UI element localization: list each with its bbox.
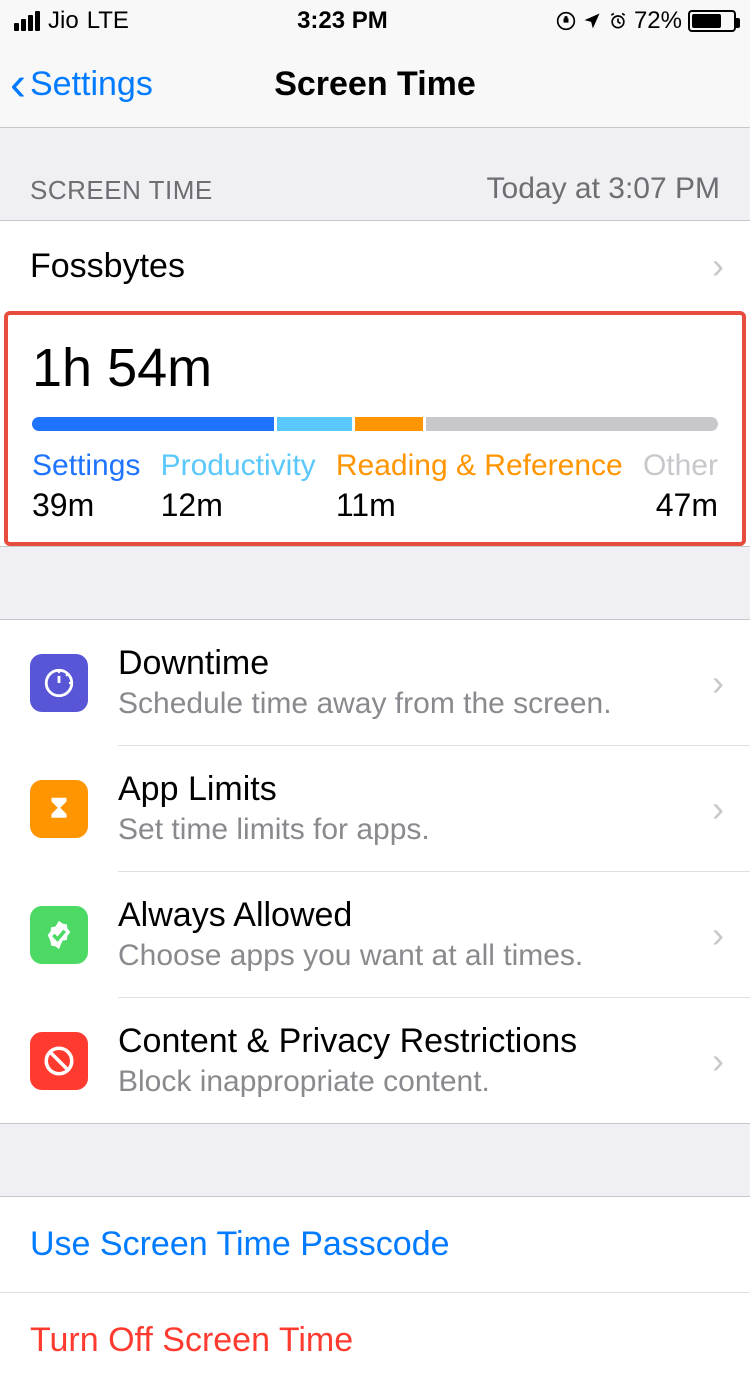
usage-bar	[32, 417, 718, 431]
chevron-right-icon: ›	[712, 1040, 724, 1082]
page-title: Screen Time	[274, 65, 476, 104]
chevron-right-icon: ›	[712, 245, 724, 287]
battery-icon	[688, 10, 736, 32]
category-row: Settings 39m Productivity 12m Reading & Refe…	[32, 449, 718, 524]
section-header-left: SCREEN TIME	[30, 175, 213, 206]
feature-row-hourglass[interactable]: App Limits Set time limits for apps. ›	[0, 746, 750, 871]
category-item: Reading & Reference 11m	[336, 449, 623, 524]
usage-list: Fossbytes › 1h 54m Settings 39m Productivi…	[0, 220, 750, 547]
category-time: 39m	[32, 487, 140, 524]
chevron-right-icon: ›	[712, 788, 724, 830]
feature-title: App Limits	[118, 770, 430, 809]
turn-off-button[interactable]: Turn Off Screen Time	[0, 1292, 750, 1388]
usage-summary[interactable]: 1h 54m Settings 39m Productivity 12m Reading…	[4, 311, 746, 546]
chevron-right-icon: ›	[712, 662, 724, 704]
category-time: 12m	[161, 487, 316, 524]
usage-bar-segment	[426, 417, 718, 431]
chevron-right-icon: ›	[712, 914, 724, 956]
category-time: 47m	[643, 487, 718, 524]
feature-row-downtime[interactable]: Downtime Schedule time away from the scre…	[0, 620, 750, 745]
category-time: 11m	[336, 487, 623, 524]
feature-title: Downtime	[118, 644, 612, 683]
category-name: Productivity	[161, 449, 316, 483]
device-row[interactable]: Fossbytes ›	[0, 221, 750, 311]
no-entry-icon	[30, 1032, 88, 1090]
feature-subtitle: Schedule time away from the screen.	[118, 687, 612, 721]
use-passcode-button[interactable]: Use Screen Time Passcode	[0, 1196, 750, 1292]
network-label: LTE	[87, 7, 129, 35]
check-badge-icon	[30, 906, 88, 964]
usage-bar-segment	[32, 417, 274, 431]
section-header-screen-time: SCREEN TIME Today at 3:07 PM	[0, 128, 750, 220]
category-item: Other 47m	[643, 449, 718, 524]
status-time: 3:23 PM	[297, 7, 388, 35]
location-icon	[582, 11, 602, 31]
feature-title: Content & Privacy Restrictions	[118, 1022, 577, 1061]
category-name: Reading & Reference	[336, 449, 623, 483]
category-name: Settings	[32, 449, 140, 483]
downtime-icon	[30, 654, 88, 712]
back-label: Settings	[30, 65, 153, 104]
back-button[interactable]: ‹ Settings	[10, 61, 153, 109]
hourglass-icon	[30, 780, 88, 838]
feature-row-no-entry[interactable]: Content & Privacy Restrictions Block inap…	[0, 998, 750, 1123]
feature-subtitle: Set time limits for apps.	[118, 813, 430, 847]
orientation-lock-icon	[556, 11, 576, 31]
category-item: Settings 39m	[32, 449, 140, 524]
usage-bar-segment	[355, 417, 423, 431]
signal-icon	[14, 11, 40, 31]
carrier-label: Jio	[48, 7, 79, 35]
device-name: Fossbytes	[30, 247, 185, 286]
section-header-right: Today at 3:07 PM	[487, 172, 720, 206]
total-time: 1h 54m	[32, 337, 718, 399]
nav-bar: ‹ Settings Screen Time	[0, 42, 750, 128]
category-name: Other	[643, 449, 718, 483]
category-item: Productivity 12m	[161, 449, 316, 524]
feature-row-check-badge[interactable]: Always Allowed Choose apps you want at al…	[0, 872, 750, 997]
battery-pct: 72%	[634, 7, 682, 35]
alarm-icon	[608, 11, 628, 31]
status-bar: Jio LTE 3:23 PM 72%	[0, 0, 750, 42]
usage-bar-segment	[277, 417, 352, 431]
feature-subtitle: Block inappropriate content.	[118, 1065, 577, 1099]
actions-list: Use Screen Time Passcode Turn Off Screen…	[0, 1196, 750, 1388]
chevron-left-icon: ‹	[10, 61, 26, 109]
features-list: Downtime Schedule time away from the scre…	[0, 619, 750, 1124]
feature-subtitle: Choose apps you want at all times.	[118, 939, 583, 973]
feature-title: Always Allowed	[118, 896, 583, 935]
